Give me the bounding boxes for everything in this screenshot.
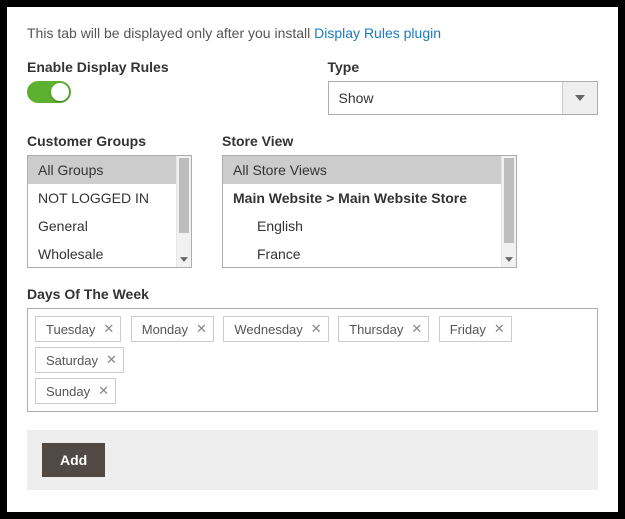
list-item[interactable]: General	[28, 212, 176, 240]
close-icon[interactable]: ✕	[98, 383, 109, 399]
days-tag-input[interactable]: Tuesday✕ Monday✕ Wednesday✕ Thursday✕ Fr…	[27, 308, 598, 412]
customer-groups-listbox[interactable]: All Groups NOT LOGGED IN General Wholesa…	[27, 155, 192, 268]
scrollbar-thumb[interactable]	[179, 158, 189, 233]
type-label: Type	[328, 59, 599, 75]
close-icon[interactable]: ✕	[196, 321, 207, 337]
tag-sunday: Sunday✕	[35, 378, 116, 404]
type-select[interactable]: Show	[328, 81, 599, 115]
customer-groups-label: Customer Groups	[27, 133, 192, 149]
list-item[interactable]: English	[223, 212, 501, 240]
close-icon[interactable]: ✕	[494, 321, 505, 337]
enable-label: Enable Display Rules	[27, 59, 298, 75]
list-item[interactable]: All Store Views	[223, 156, 501, 184]
intro-text: This tab will be displayed only after yo…	[27, 25, 598, 41]
list-item[interactable]: Main Website > Main Website Store	[223, 184, 501, 212]
close-icon[interactable]: ✕	[411, 321, 422, 337]
intro-prefix: This tab will be displayed only after yo…	[27, 25, 314, 41]
tag-thursday: Thursday✕	[338, 316, 429, 342]
button-bar: Add	[27, 430, 598, 490]
list-item[interactable]: All Groups	[28, 156, 176, 184]
scrollbar[interactable]	[176, 156, 191, 267]
toggle-knob	[51, 83, 69, 101]
scrollbar[interactable]	[501, 156, 516, 267]
add-button[interactable]: Add	[42, 443, 105, 477]
chevron-down-icon	[563, 82, 597, 114]
close-icon[interactable]: ✕	[106, 352, 117, 368]
tag-monday: Monday✕	[131, 316, 214, 342]
tag-tuesday: Tuesday✕	[35, 316, 121, 342]
close-icon[interactable]: ✕	[103, 321, 114, 337]
customer-groups-items: All Groups NOT LOGGED IN General Wholesa…	[28, 156, 176, 267]
close-icon[interactable]: ✕	[311, 321, 322, 337]
days-label: Days Of The Week	[27, 286, 598, 302]
scrollbar-thumb[interactable]	[504, 158, 514, 243]
store-view-items: All Store Views Main Website > Main Webs…	[223, 156, 501, 267]
chevron-down-icon[interactable]	[177, 253, 191, 265]
list-item[interactable]: NOT LOGGED IN	[28, 184, 176, 212]
store-view-label: Store View	[222, 133, 517, 149]
tag-wednesday: Wednesday✕	[223, 316, 328, 342]
list-item[interactable]: France	[223, 240, 501, 267]
store-view-listbox[interactable]: All Store Views Main Website > Main Webs…	[222, 155, 517, 268]
enable-toggle[interactable]	[27, 81, 71, 103]
list-item[interactable]: Wholesale	[28, 240, 176, 267]
tag-friday: Friday✕	[439, 316, 512, 342]
display-rules-link[interactable]: Display Rules plugin	[314, 25, 441, 41]
type-value: Show	[329, 82, 564, 114]
chevron-down-icon[interactable]	[502, 253, 516, 265]
tag-saturday: Saturday✕	[35, 347, 124, 373]
